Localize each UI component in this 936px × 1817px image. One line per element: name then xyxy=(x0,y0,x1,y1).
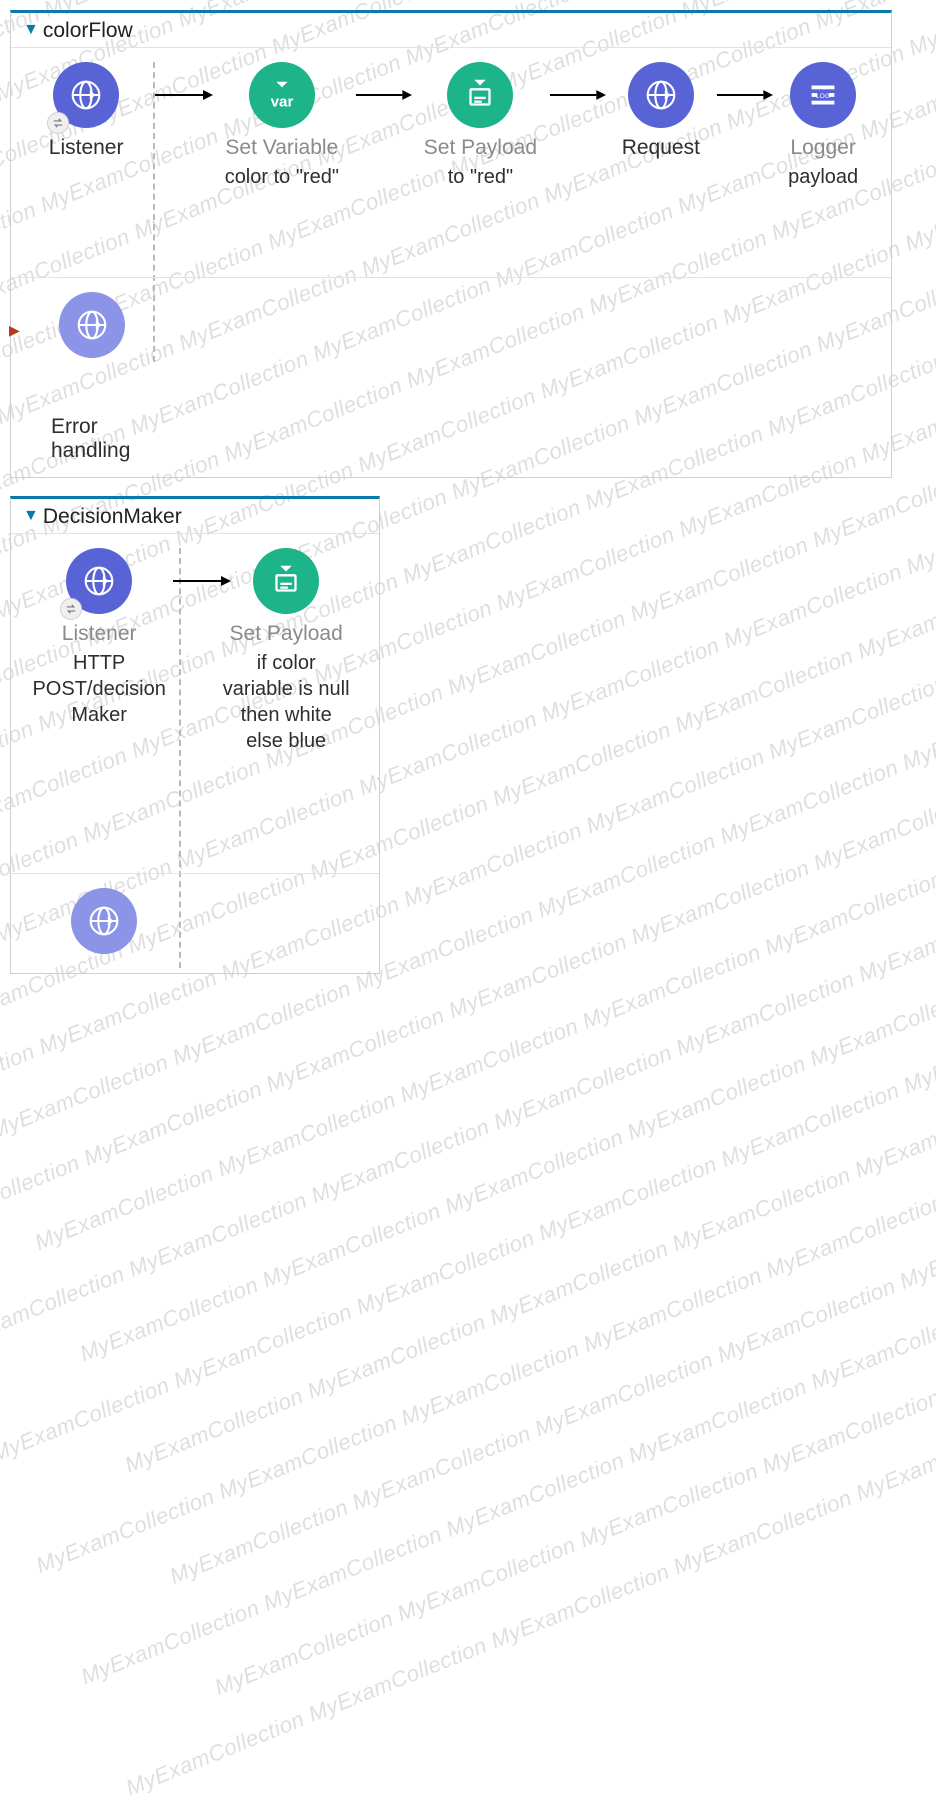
sublabel-set-payload-2: if color variable is null then white els… xyxy=(221,650,351,754)
label-listener-2: Listener xyxy=(62,622,137,646)
http-error-icon xyxy=(71,888,137,954)
flow-title-colorflow[interactable]: ▼ colorFlow xyxy=(11,13,891,47)
label-request: Request xyxy=(622,136,700,160)
exchange-icon xyxy=(47,112,69,134)
label-set-variable: Set Variable xyxy=(225,136,338,160)
label-error-handling: Error handling xyxy=(51,415,161,463)
caret-down-icon: ▼ xyxy=(23,507,39,525)
node-listener-2[interactable]: Listener HTTP POST/decisionMaker xyxy=(29,548,169,728)
http-error-icon xyxy=(59,292,125,358)
http-request-icon xyxy=(628,62,694,128)
caret-down-icon: ▼ xyxy=(23,21,39,39)
node-set-payload[interactable]: Set Payload to "red" xyxy=(412,62,548,190)
flow-title-decisionmaker[interactable]: ▼ DecisionMaker xyxy=(11,499,379,533)
logger-icon: LOG xyxy=(790,62,856,128)
node-set-variable[interactable]: var Set Variable color to "red" xyxy=(209,62,354,190)
label-logger: Logger xyxy=(790,136,855,160)
caret-right-icon[interactable]: ▶ xyxy=(9,322,20,339)
flow-title-text: colorFlow xyxy=(43,19,133,43)
node-error-handler-2[interactable] xyxy=(29,888,179,954)
http-listener-icon xyxy=(66,548,132,614)
flow-decisionmaker: ▼ DecisionMaker xyxy=(10,496,380,974)
arrow-icon xyxy=(715,62,773,128)
node-error-handler[interactable] xyxy=(29,292,155,358)
http-listener-icon xyxy=(53,62,119,128)
exchange-icon xyxy=(60,598,82,620)
flow-colorflow: ▼ colorFlow xyxy=(10,10,892,478)
node-request[interactable]: Request xyxy=(606,62,715,160)
set-variable-icon: var xyxy=(249,62,315,128)
arrow-icon xyxy=(548,62,606,128)
set-payload-icon xyxy=(447,62,513,128)
sublabel-logger: payload xyxy=(788,164,858,190)
sublabel-set-variable: color to "red" xyxy=(222,164,342,190)
set-payload-icon xyxy=(253,548,319,614)
svg-text:var: var xyxy=(270,93,293,110)
sublabel-set-payload: to "red" xyxy=(448,164,513,190)
arrow-icon xyxy=(153,62,213,128)
node-set-payload-2[interactable]: Set Payload if color variable is null th… xyxy=(211,548,361,754)
sublabel-listener-2: HTTP POST/decisionMaker xyxy=(29,650,169,728)
arrow-icon xyxy=(354,62,412,128)
node-logger[interactable]: LOG Logger payload xyxy=(773,62,873,190)
label-set-payload-2: Set Payload xyxy=(230,622,343,646)
node-listener[interactable]: Listener xyxy=(29,62,143,160)
svg-text:LOG: LOG xyxy=(816,93,830,100)
label-set-payload: Set Payload xyxy=(424,136,537,160)
label-listener: Listener xyxy=(49,136,124,160)
flow-title-text: DecisionMaker xyxy=(43,505,182,529)
